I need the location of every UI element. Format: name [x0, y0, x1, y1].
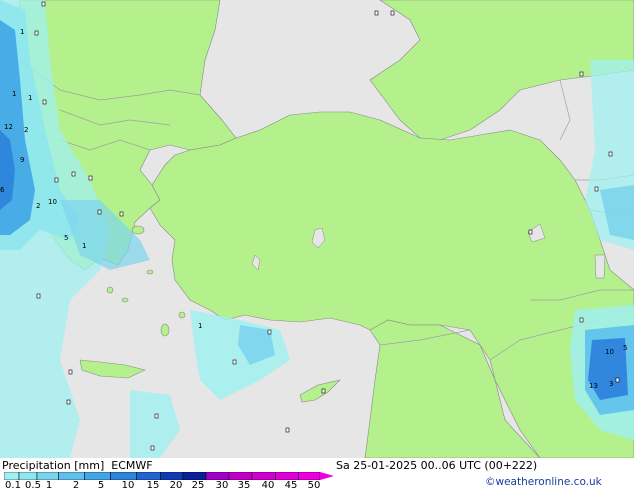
legend-swatch	[84, 472, 111, 480]
legend-level-label: 0.1	[5, 480, 21, 491]
legend-colorbar	[4, 472, 334, 480]
legend-arrow	[320, 472, 334, 480]
legend-swatch	[298, 472, 321, 480]
precip-label: 10	[605, 348, 614, 356]
precip-label: 5	[64, 234, 68, 242]
precip-label: 2	[36, 202, 40, 210]
credit-link[interactable]: ©weatheronline.co.uk	[485, 476, 602, 488]
legend-level-label: 15	[146, 480, 160, 491]
legend-swatch	[110, 472, 137, 480]
precip-label: 1	[28, 94, 32, 102]
legend-level-label: 1	[45, 480, 53, 491]
legend-swatch	[182, 472, 207, 480]
legend-swatch	[251, 472, 276, 480]
precip-label: 9	[20, 156, 24, 164]
precip-label: 12	[4, 123, 13, 131]
precip-label: 2	[24, 126, 28, 134]
legend-swatch	[205, 472, 230, 480]
legend-level-label: 35	[237, 480, 251, 491]
precip-label: 6	[0, 186, 5, 194]
legend-level-label: 2	[72, 480, 80, 491]
legend-level-label: 45	[284, 480, 298, 491]
model-label: ECMWF	[111, 459, 153, 472]
valid-time-label: Sa 25-01-2025 00..06 UTC (00+222)	[336, 459, 538, 472]
precip-label: 1	[198, 322, 202, 330]
legend-level-label: 25	[191, 480, 205, 491]
map-footer: Precipitation [mm] ECMWF Sa 25-01-2025 0…	[0, 458, 634, 491]
legend-swatch	[160, 472, 184, 480]
precip-label: 5	[623, 344, 627, 352]
legend-level-label: 50	[307, 480, 321, 491]
legend-swatch	[275, 472, 299, 480]
precip-label: 1	[82, 242, 86, 250]
legend-title: Precipitation [mm] ECMWF	[2, 459, 153, 472]
precipitation-map[interactable]: 1 1 1 1 1 2 2 3 5 5 6 9 10 10 12 13	[0, 0, 634, 459]
legend-swatch	[228, 472, 253, 480]
precip-label: 1	[20, 28, 24, 36]
legend-level-label: 5	[97, 480, 105, 491]
legend-level-label: 30	[215, 480, 229, 491]
precip-label: 13	[589, 382, 598, 390]
product-label: Precipitation [mm]	[2, 459, 105, 472]
legend-level-label: 10	[121, 480, 135, 491]
legend-swatch	[18, 472, 38, 480]
legend-swatch	[4, 472, 20, 480]
legend-swatch	[36, 472, 59, 480]
precip-label: 10	[48, 198, 57, 206]
legend-level-label: 40	[261, 480, 275, 491]
legend-swatch	[136, 472, 161, 480]
precip-label: 3	[609, 380, 613, 388]
legend-level-label: 20	[169, 480, 183, 491]
precip-label: 1	[12, 90, 16, 98]
legend-level-label: 0.5	[25, 480, 41, 491]
legend-swatch	[58, 472, 85, 480]
